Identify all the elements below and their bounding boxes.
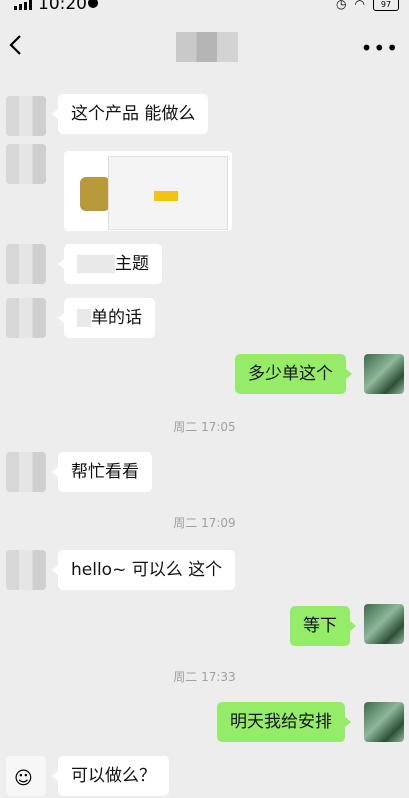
message-bubble[interactable]: 帮忙看看 [52, 452, 152, 492]
message-bubble[interactable]: 主题 [58, 244, 162, 284]
contact-avatar[interactable] [6, 244, 46, 284]
alarm-icon [88, 0, 98, 8]
back-icon[interactable] [6, 32, 28, 58]
contact-avatar[interactable]: ☺ [6, 756, 46, 796]
message-bubble-mine[interactable]: 多少单这个 [235, 354, 352, 394]
message-list[interactable]: 这个产品 能做么 主题 单的话 多少单这个 周二 17:05 帮忙看看 周二 1… [0, 76, 409, 798]
message-bubble[interactable]: 单的话 [58, 298, 155, 338]
battery-icon: 97 [373, 0, 399, 11]
contact-avatar[interactable] [6, 550, 46, 590]
image-thumbnail-highlight [154, 191, 178, 201]
message-bubble[interactable]: 可以做么？ [52, 756, 169, 796]
face-icon: ☺ [14, 768, 33, 789]
message-bubble[interactable]: hello~ 可以么 这个 [51, 550, 236, 590]
status-bar: 10:20 ◷ ◠ 97 [0, 0, 409, 14]
signal-icon [14, 0, 32, 10]
my-avatar[interactable] [364, 702, 404, 742]
message-bubble[interactable]: 这个产品 能做么 [51, 94, 209, 134]
contact-avatar[interactable] [6, 144, 46, 184]
timestamp: 周二 17:05 [173, 420, 236, 434]
message-bubble-mine[interactable]: 明天我给安排 [217, 702, 351, 742]
blurred-text [77, 255, 115, 273]
my-avatar[interactable] [364, 604, 404, 644]
more-icon[interactable]: ••• [361, 36, 399, 60]
image-message[interactable] [64, 151, 232, 231]
contact-avatar[interactable] [6, 96, 46, 136]
image-thumbnail-figure [80, 177, 110, 211]
blurred-text [77, 309, 91, 327]
chat-header: ••• [0, 14, 409, 76]
timestamp: 周二 17:33 [173, 670, 236, 684]
timestamp: 周二 17:09 [173, 516, 236, 530]
message-bubble-mine[interactable]: 等下 [290, 606, 356, 646]
wifi-icon: ◠ [354, 0, 365, 11]
my-avatar[interactable] [364, 354, 404, 394]
contact-avatar[interactable] [6, 298, 46, 338]
contact-avatar[interactable] [6, 452, 46, 492]
alarm-icon: ◷ [336, 0, 347, 11]
status-time: 10:20 [38, 0, 87, 14]
chat-title-blurred [176, 32, 238, 62]
